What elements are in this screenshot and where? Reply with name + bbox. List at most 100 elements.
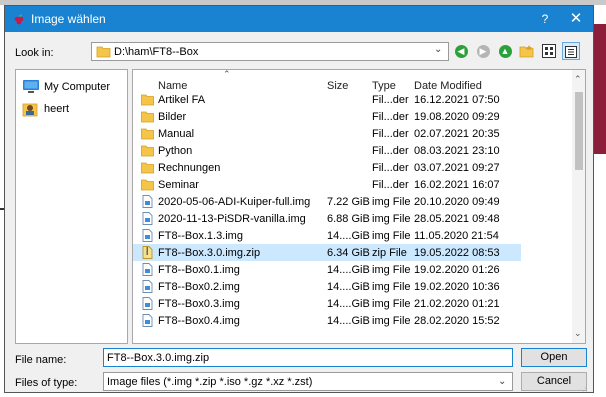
file-name-cell: 2020-11-13-PiSDR-vanilla.img <box>158 213 306 225</box>
file-type-cell: img File <box>372 196 411 208</box>
file-date-cell: 08.03.2021 23:10 <box>414 145 500 157</box>
sort-ascending-icon: ⌃ <box>223 69 231 79</box>
folder-icon <box>96 46 111 58</box>
zip-file-icon <box>141 246 154 259</box>
file-date-cell: 19.02.2020 10:36 <box>414 281 500 293</box>
file-dialog: Image wählen ? ✕ Look in: D:\ham\FT8--Bo… <box>4 5 594 394</box>
file-date-cell: 28.02.2020 15:52 <box>414 315 500 327</box>
file-name-cell: FT8--Box0.2.img <box>158 281 240 293</box>
file-name-cell: FT8--Box0.4.img <box>158 315 240 327</box>
file-name-cell: Rechnungen <box>158 162 221 174</box>
table-row[interactable]: FT8--Box0.2.img 14....GiB img File 19.02.20… <box>133 278 521 295</box>
help-button[interactable]: ? <box>535 6 555 32</box>
file-date-cell: 16.12.2021 07:50 <box>414 94 500 106</box>
file-type-cell: Fil...der <box>372 94 409 106</box>
table-row[interactable]: FT8--Box.1.3.img 14....GiB img File 11.05.2… <box>133 227 521 244</box>
chevron-down-icon[interactable]: ⌄ <box>498 376 506 387</box>
file-type-combobox[interactable]: Image files (*.img *.zip *.iso *.gz *.xz… <box>103 372 513 391</box>
file-type-cell: Fil...der <box>372 111 409 123</box>
list-view-icon[interactable] <box>540 42 558 60</box>
file-icon <box>141 280 154 293</box>
file-type-cell: img File <box>372 281 411 293</box>
file-size-cell: 14....GiB <box>327 281 370 293</box>
file-type-cell: img File <box>372 298 411 310</box>
close-button[interactable]: ✕ <box>561 6 591 32</box>
user-icon <box>22 103 38 117</box>
table-row[interactable]: Python Fil...der 08.03.2021 23:10 <box>133 142 521 159</box>
table-row[interactable]: FT8--Box0.4.img 14....GiB img File 28.02.20… <box>133 312 521 329</box>
file-date-cell: 19.05.2022 08:53 <box>414 247 500 259</box>
title-bar: Image wählen ? ✕ <box>5 6 593 32</box>
file-name-label: File name: <box>15 354 67 366</box>
sidebar-item-label: heert <box>44 103 70 115</box>
table-row[interactable]: Bilder Fil...der 19.08.2020 09:29 <box>133 108 521 125</box>
places-sidebar: My Computer heert <box>15 69 128 344</box>
file-date-cell: 02.07.2021 20:35 <box>414 128 500 140</box>
file-date-cell: 20.10.2020 09:49 <box>414 196 500 208</box>
file-icon <box>141 229 154 242</box>
file-icon <box>141 314 154 327</box>
folder-icon <box>141 161 154 174</box>
back-icon[interactable]: ◀ <box>452 42 470 60</box>
forward-icon[interactable]: ▶ <box>474 42 492 60</box>
look-in-label: Look in: <box>15 47 54 59</box>
folder-icon <box>141 110 154 123</box>
file-size-cell: 14....GiB <box>327 264 370 276</box>
file-type-value: Image files (*.img *.zip *.iso *.gz *.xz… <box>107 376 313 388</box>
scrollbar-thumb[interactable] <box>575 92 583 170</box>
file-type-cell: img File <box>372 315 411 327</box>
table-row[interactable]: Manual Fil...der 02.07.2021 20:35 <box>133 125 521 142</box>
file-list[interactable]: ⌃ Name Size Type Date Modified Artikel F… <box>132 69 586 344</box>
file-name-cell: FT8--Box.3.0.img.zip <box>158 247 261 259</box>
open-button[interactable]: Open <box>521 348 587 367</box>
scroll-up-icon[interactable]: ⌃ <box>574 74 582 85</box>
table-row[interactable]: Rechnungen Fil...der 03.07.2021 09:27 <box>133 159 521 176</box>
file-name-cell: FT8--Box0.3.img <box>158 298 240 310</box>
vertical-scrollbar[interactable]: ⌃ ⌄ <box>572 70 585 343</box>
cancel-button[interactable]: Cancel <box>521 372 587 391</box>
table-row[interactable]: FT8--Box.3.0.img.zip 6.34 GiB zip File 19.0… <box>133 244 521 261</box>
chevron-down-icon[interactable]: ⌄ <box>434 44 442 55</box>
file-type-cell: img File <box>372 264 411 276</box>
column-header: ⌃ Name Size Type Date Modified <box>133 69 571 92</box>
new-folder-icon[interactable] <box>518 42 536 60</box>
folder-icon <box>141 93 154 106</box>
file-type-cell: Fil...der <box>372 145 409 157</box>
file-type-cell: img File <box>372 213 411 225</box>
file-date-cell: 21.02.2020 01:21 <box>414 298 500 310</box>
file-type-label: Files of type: <box>15 377 78 389</box>
file-icon <box>141 263 154 276</box>
file-name-cell: Manual <box>158 128 195 140</box>
table-row[interactable]: FT8--Box0.3.img 14....GiB img File 21.02.20… <box>133 295 521 312</box>
file-name-input[interactable]: FT8--Box.3.0.img.zip <box>103 348 513 367</box>
file-name-cell: 2020-05-06-ADI-Kuiper-full.img <box>158 196 311 208</box>
file-name-cell: Bilder <box>158 111 187 123</box>
file-icon <box>141 195 154 208</box>
file-name-cell: Artikel FA <box>158 94 206 106</box>
folder-icon <box>141 178 154 191</box>
file-name-cell: FT8--Box.1.3.img <box>158 230 243 242</box>
table-row[interactable]: Artikel FA Fil...der 16.12.2021 07:50 <box>133 91 521 108</box>
look-in-combobox[interactable]: D:\ham\FT8--Box ⌄ <box>91 42 449 61</box>
file-size-cell: 14....GiB <box>327 298 370 310</box>
file-date-cell: 19.02.2020 01:26 <box>414 264 500 276</box>
window-title: Image wählen <box>31 12 106 26</box>
table-row[interactable]: Seminar Fil...der 16.02.2021 16:07 <box>133 176 521 193</box>
file-name-cell: Python <box>158 145 193 157</box>
file-size-cell: 6.34 GiB <box>327 247 370 259</box>
file-size-cell: 14....GiB <box>327 315 370 327</box>
scroll-down-icon[interactable]: ⌄ <box>574 328 582 339</box>
raspberry-icon <box>14 14 24 25</box>
file-type-cell: Fil...der <box>372 179 409 191</box>
table-row[interactable]: FT8--Box0.1.img 14....GiB img File 19.02.20… <box>133 261 521 278</box>
up-folder-icon[interactable]: ▲ <box>496 42 514 60</box>
file-type-cell: Fil...der <box>372 128 409 140</box>
sidebar-item-label: My Computer <box>44 81 111 93</box>
folder-icon <box>141 127 154 140</box>
resize-grip-icon[interactable]: ∴ <box>583 386 587 394</box>
file-date-cell: 28.05.2021 09:48 <box>414 213 500 225</box>
table-row[interactable]: 2020-05-06-ADI-Kuiper-full.img 7.22 GiB im… <box>133 193 521 210</box>
table-row[interactable]: 2020-11-13-PiSDR-vanilla.img 6.88 GiB img … <box>133 210 521 227</box>
detail-view-icon[interactable] <box>562 42 580 60</box>
file-name-cell: FT8--Box0.1.img <box>158 264 240 276</box>
